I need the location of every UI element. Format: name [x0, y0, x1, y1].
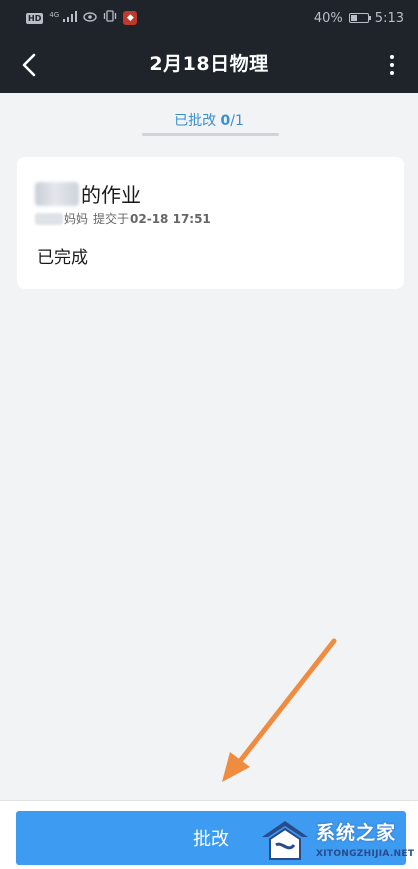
vibrate-icon [103, 10, 117, 26]
watermark-url: XITONGZHIJIA.NET [316, 849, 415, 859]
graded-label: 已批改 [174, 113, 217, 129]
submitted-prefix: 提交于 [93, 212, 130, 226]
battery-icon [348, 13, 371, 23]
watermark-text: 系统之家 XITONGZHIJIA.NET [316, 815, 414, 859]
submitted-time: 02-18 17:51 [130, 211, 211, 226]
card-title-row: 的作业 [35, 179, 141, 208]
graded-tab-label: 已批改 0/1 [0, 110, 418, 130]
signal-icon: 4G [49, 10, 78, 26]
watermark-logo-icon [262, 821, 308, 860]
submission-meta: 妈妈 提交于 02-18 17:51 [35, 210, 211, 227]
annotation-arrow-head [222, 752, 250, 782]
tab-indicator [142, 133, 279, 136]
homework-card[interactable]: 的作业 妈妈 提交于 02-18 17:51 已完成 [17, 157, 404, 289]
eye-icon [83, 11, 98, 26]
battery-percent: 40% [313, 10, 343, 26]
graded-tab[interactable]: 已批改 0/1 [0, 93, 418, 143]
graded-count: 0 [220, 113, 231, 129]
battery-fill [350, 15, 357, 21]
status-bar-left: HD 4G ◆ [26, 10, 138, 26]
page-title: 2月18日物理 [149, 53, 269, 75]
more-options-button[interactable] [380, 50, 404, 80]
status-bar: HD 4G ◆ 40% 5:13 [0, 0, 418, 36]
more-vertical-icon-dot [390, 55, 394, 59]
blurred-submitter-name [35, 212, 63, 225]
status-bar-right: 40% 5:13 [314, 11, 404, 26]
watermark-title: 系统之家 [316, 822, 397, 844]
hd-icon: HD [26, 12, 44, 24]
blurred-student-name [35, 181, 79, 206]
submitter-label: 妈妈 [64, 212, 89, 226]
annotation-arrow-shaft [234, 638, 337, 768]
card-title: 的作业 [81, 183, 141, 207]
clock: 5:13 [374, 10, 404, 26]
more-vertical-icon-dot [390, 63, 394, 67]
nav-bar: 2月18日物理 [0, 36, 418, 93]
total-count: 1 [235, 113, 244, 129]
completion-status: 已完成 [37, 248, 88, 268]
network-type: 4G [49, 10, 60, 19]
more-vertical-icon-dot [390, 71, 394, 75]
watermark: 系统之家 XITONGZHIJIA.NET [258, 815, 416, 867]
app-notification-icon: ◆ [123, 11, 138, 25]
